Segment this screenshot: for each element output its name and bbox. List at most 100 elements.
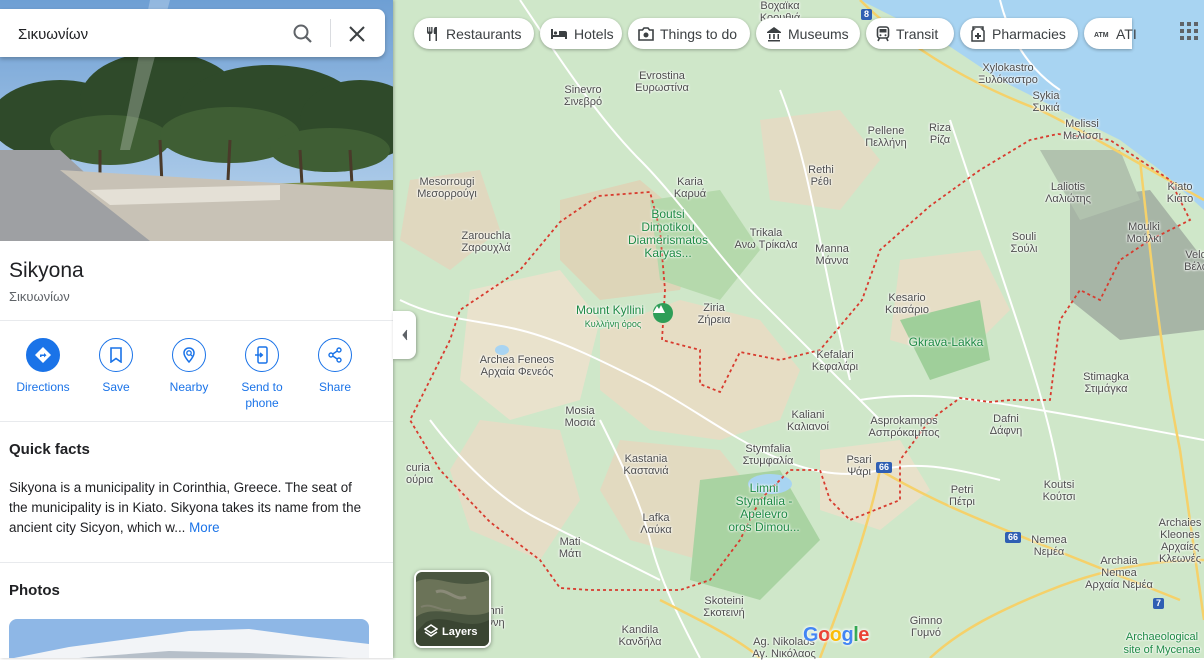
atm-icon: ATM: [1094, 32, 1109, 39]
map-label-ziria[interactable]: Ziria Ζήρεια: [698, 302, 731, 326]
map-label-psari[interactable]: Psari Ψάρι: [846, 454, 871, 478]
chip-museums[interactable]: Museums: [756, 18, 860, 49]
send-to-phone-button[interactable]: Send to phone: [224, 338, 300, 411]
chip-label: Museums: [788, 25, 849, 42]
chip-pharmacies[interactable]: Pharmacies: [960, 18, 1078, 49]
mountain-marker-icon[interactable]: [653, 303, 673, 323]
chip-transit[interactable]: Transit: [866, 18, 954, 49]
map-label-kefalari[interactable]: Kefalari Κεφαλάρι: [812, 349, 858, 373]
map-label-petri[interactable]: Petri Πέτρι: [949, 484, 975, 508]
chevron-left-icon: [401, 329, 407, 341]
route-shield: 66: [876, 462, 893, 473]
chip-label: Restaurants: [446, 25, 522, 42]
map-label-evrostina[interactable]: Evrostina Ευρωστίνα: [635, 70, 689, 94]
action-label: Save: [102, 380, 130, 394]
chip-label: ATI: [1116, 25, 1137, 42]
chip-restaurants[interactable]: Restaurants: [414, 18, 534, 49]
map-label-edge-left[interactable]: curia ούρια: [406, 462, 433, 486]
map-label-mount-kyllini-gr: Κυλλήνη όρος: [584, 319, 642, 329]
map-label-souli[interactable]: Souli Σούλι: [1011, 231, 1038, 255]
map-label-mount-kyllini[interactable]: Mount Kyllini: [576, 304, 644, 317]
search-icon[interactable]: [290, 21, 316, 47]
chip-atm[interactable]: ATM ATI: [1084, 18, 1137, 49]
museum-icon: [767, 26, 781, 41]
map-label-xylokastro[interactable]: Xylokastro Ξυλόκαστρο: [978, 62, 1038, 86]
map-label-stimagka[interactable]: Stimagka Στιμάγκα: [1083, 371, 1129, 395]
nearby-button[interactable]: Nearby: [151, 338, 227, 395]
search-divider: [330, 19, 331, 47]
chip-label: Hotels: [574, 25, 614, 42]
map-label-kandila[interactable]: Kandila Κανδήλα: [619, 624, 662, 648]
map-label-skoteini[interactable]: Skoteini Σκοτεινή: [703, 595, 744, 619]
map-label-kiato[interactable]: Kiato Κιάτο: [1167, 181, 1193, 205]
directions-button[interactable]: Directions: [5, 338, 81, 395]
map-label-kastania[interactable]: Kastania Καστανιά: [623, 453, 668, 477]
route-shield: 66: [1005, 532, 1022, 543]
chip-things-to-do[interactable]: Things to do: [628, 18, 750, 49]
map-label-dafni[interactable]: Dafni Δάφνη: [990, 413, 1022, 437]
map-label-boutsi[interactable]: Boutsi Dimotikou Diamerismatos Karyas...: [628, 208, 708, 260]
photos-heading: Photos: [9, 582, 60, 599]
map-label-riza[interactable]: Riza Ρίζα: [929, 122, 951, 146]
more-link[interactable]: More: [189, 520, 220, 535]
collapse-panel-button[interactable]: [393, 311, 416, 359]
place-panel: Sikyona Σικυωνίων Directions Save Nearby…: [0, 0, 393, 658]
map-label-zarouchla[interactable]: Zarouchla Ζαρουχλά: [462, 230, 511, 254]
map-label-sykia[interactable]: Sykia Συκιά: [1032, 90, 1059, 114]
map-label-archaeological-site[interactable]: Archaeological site of Mycenae: [1123, 631, 1200, 657]
directions-icon: [35, 347, 51, 363]
nearby-icon: [183, 347, 195, 364]
map-label-manna[interactable]: Manna Μάννα: [815, 243, 849, 267]
map-label-rethi[interactable]: Rethi Ρέθι: [808, 164, 834, 188]
map-label-gkrava-lakka[interactable]: Gkrava-Lakka: [909, 336, 984, 349]
chip-hotels[interactable]: Hotels: [540, 18, 622, 49]
map-label-archaies-kleones[interactable]: Archaies Kleones Αρχαίες Κλεωνές: [1159, 517, 1202, 565]
map-label-velo[interactable]: Velo Βέλο: [1184, 249, 1204, 273]
map-label-limni-stymfalia[interactable]: Limni Stymfalia - Apelevro oros Dimou...: [728, 482, 799, 534]
route-shield: 8: [861, 9, 873, 20]
map-label-koutsi[interactable]: Koutsi Κούτσι: [1043, 479, 1076, 503]
bookmark-icon: [110, 347, 122, 363]
map-label-kaliani[interactable]: Kaliani Καλιανοί: [787, 409, 829, 433]
place-title: Sikyona: [9, 259, 84, 282]
map-label-lafka[interactable]: Lafka Λαύκα: [640, 512, 671, 536]
pharmacy-icon: [971, 25, 985, 42]
svg-text:ATM: ATM: [1094, 32, 1109, 39]
map-label-mati[interactable]: Mati Μάτι: [559, 536, 581, 560]
map-label-mesorrougi[interactable]: Mesorrougi Μεσορρούγι: [417, 176, 477, 200]
action-label: Nearby: [169, 380, 209, 394]
layers-button[interactable]: Layers: [414, 570, 491, 648]
train-icon: [876, 25, 890, 41]
save-button[interactable]: Save: [78, 338, 154, 395]
map-label-asprokampos[interactable]: Asprokampos Ασπρόκαμπος: [868, 415, 939, 439]
layers-icon: [424, 624, 438, 637]
map-label-kesario[interactable]: Kesario Καισάριο: [885, 292, 929, 316]
map-label-karia[interactable]: Karia Καρυά: [674, 176, 706, 200]
share-button[interactable]: Share: [297, 338, 373, 395]
map-label-pellene[interactable]: Pellene Πελλήνη: [865, 125, 907, 149]
map-label-archaia-nemea[interactable]: Archaia Nemea Αρχαία Νεμέα: [1085, 555, 1153, 591]
map-label-stymfalia[interactable]: Stymfalia Στυμφαλία: [743, 443, 794, 467]
map-label-nemea[interactable]: Nemea Νεμέα: [1031, 534, 1066, 558]
action-label: Directions: [16, 380, 70, 394]
search-input[interactable]: [16, 21, 280, 47]
map-label-moulki[interactable]: Moulki Μούλκι: [1127, 221, 1162, 245]
map-label-melissi[interactable]: Melissi Μελίσσι: [1063, 118, 1101, 142]
share-icon: [328, 347, 342, 363]
layers-label: Layers: [442, 626, 478, 638]
action-label: Share: [318, 380, 352, 394]
map-label-trikala[interactable]: Trikala Ανω Τρίκαλα: [735, 227, 798, 251]
apps-grid-icon[interactable]: [1178, 20, 1200, 42]
map-label-laliotis[interactable]: Laliotis Λαλιώτης: [1045, 181, 1091, 205]
chip-label: Transit: [896, 25, 939, 42]
map-label-gimno[interactable]: Gimno Γυμνό: [910, 615, 942, 639]
divider: [0, 320, 393, 321]
google-logo: Google: [803, 624, 869, 646]
map-label-mosia[interactable]: Mosia Μοσιά: [565, 405, 596, 429]
photo-thumbnail[interactable]: [9, 619, 369, 658]
map-label-sinevro[interactable]: Sinevro Σινεβρό: [564, 84, 602, 108]
quick-facts-description: Sikyona is a municipality in Corinthia, …: [9, 480, 362, 535]
map-label-archea-feneos[interactable]: Archea Feneos Αρχαία Φενεός: [480, 354, 555, 378]
close-icon[interactable]: [344, 21, 370, 47]
send-to-phone-icon: [255, 346, 268, 364]
